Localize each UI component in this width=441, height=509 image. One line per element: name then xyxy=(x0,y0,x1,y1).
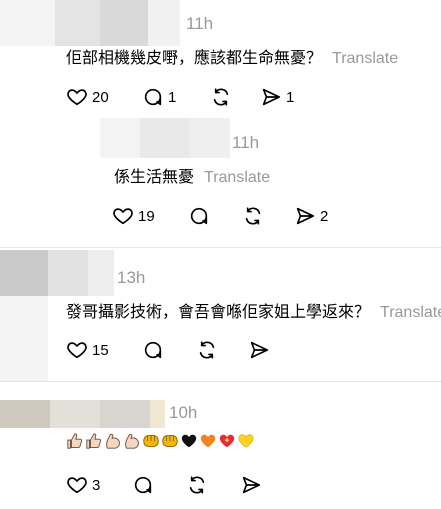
reply-button[interactable]: 1 xyxy=(142,86,176,108)
like-count: 20 xyxy=(92,88,109,106)
divider xyxy=(0,381,441,382)
heart-icon xyxy=(67,89,87,106)
share-count: 1 xyxy=(286,88,295,106)
repost-button[interactable] xyxy=(196,339,218,361)
avatar-blur xyxy=(100,118,230,158)
heart-icon xyxy=(67,477,87,494)
comment-text: 發哥攝影技術，會吾會喺佢家姐上學返來？ Translate xyxy=(66,298,441,322)
like-button[interactable]: 15 xyxy=(66,339,109,361)
translate-link[interactable]: Translate xyxy=(380,304,441,321)
reply-count: 1 xyxy=(168,88,177,106)
heart-icon xyxy=(113,208,133,225)
repost-icon xyxy=(189,476,205,494)
timestamp: 10h xyxy=(169,403,198,422)
flexed-biceps-icon xyxy=(106,433,120,449)
timestamp: 13h xyxy=(117,268,146,287)
comment-icon xyxy=(144,341,162,359)
repost-button[interactable] xyxy=(186,474,208,496)
send-icon xyxy=(296,207,315,225)
comment-text: 佢部相機幾皮嘢，應該都生命無憂？ Translate xyxy=(66,44,398,68)
send-icon xyxy=(242,476,261,494)
black-heart-icon xyxy=(181,434,197,448)
share-button[interactable]: 1 xyxy=(260,86,294,108)
share-button[interactable]: 2 xyxy=(294,205,328,227)
share-button[interactable] xyxy=(240,474,262,496)
comment-icon xyxy=(144,88,162,106)
reply-button[interactable] xyxy=(132,474,154,496)
repost-icon xyxy=(245,207,261,225)
repost-icon xyxy=(199,341,215,359)
comment-text: 係生活無憂 Translate xyxy=(114,163,270,187)
send-icon xyxy=(262,88,281,106)
comment-icon xyxy=(190,207,208,225)
like-count: 15 xyxy=(92,341,109,359)
oncoming-fist-icon xyxy=(143,435,159,447)
reply-button[interactable] xyxy=(188,205,210,227)
comment-body: 佢部相機幾皮嘢，應該都生命無憂？ xyxy=(66,50,323,67)
comment-body: 係生活無憂 xyxy=(114,169,195,186)
avatar-blur xyxy=(0,250,48,296)
oncoming-fist-icon xyxy=(162,435,178,447)
thumbs-up-icon xyxy=(67,433,83,449)
translate-link[interactable]: Translate xyxy=(332,50,398,67)
avatar-blur xyxy=(0,0,180,46)
yellow-heart-icon xyxy=(238,434,254,448)
heart-icon xyxy=(67,342,87,359)
repost-button[interactable] xyxy=(210,86,232,108)
avatar-blur xyxy=(48,250,114,296)
repost-icon xyxy=(213,88,229,106)
send-icon xyxy=(250,341,269,359)
orange-heart-icon xyxy=(200,434,216,448)
comment-body: 發哥攝影技術，會吾會喺佢家姐上學返來？ xyxy=(66,304,371,321)
share-count: 2 xyxy=(320,207,329,225)
like-button[interactable]: 3 xyxy=(66,474,100,496)
like-button[interactable]: 20 xyxy=(66,86,109,108)
emoji-row xyxy=(66,432,255,450)
flexed-biceps-icon xyxy=(125,433,139,449)
divider xyxy=(0,247,441,248)
reply-button[interactable] xyxy=(142,339,164,361)
thumbs-up-icon xyxy=(86,433,102,449)
sparkling-heart-icon xyxy=(219,434,235,448)
timestamp: 11h xyxy=(232,133,260,152)
comment-icon xyxy=(134,476,152,494)
like-count: 19 xyxy=(138,207,155,225)
like-count: 3 xyxy=(92,476,101,494)
translate-link[interactable]: Translate xyxy=(204,169,270,186)
avatar-blur xyxy=(0,296,48,382)
share-button[interactable] xyxy=(248,339,270,361)
repost-button[interactable] xyxy=(242,205,264,227)
avatar-blur xyxy=(0,400,165,428)
like-button[interactable]: 19 xyxy=(112,205,155,227)
timestamp: 11h xyxy=(186,14,214,33)
